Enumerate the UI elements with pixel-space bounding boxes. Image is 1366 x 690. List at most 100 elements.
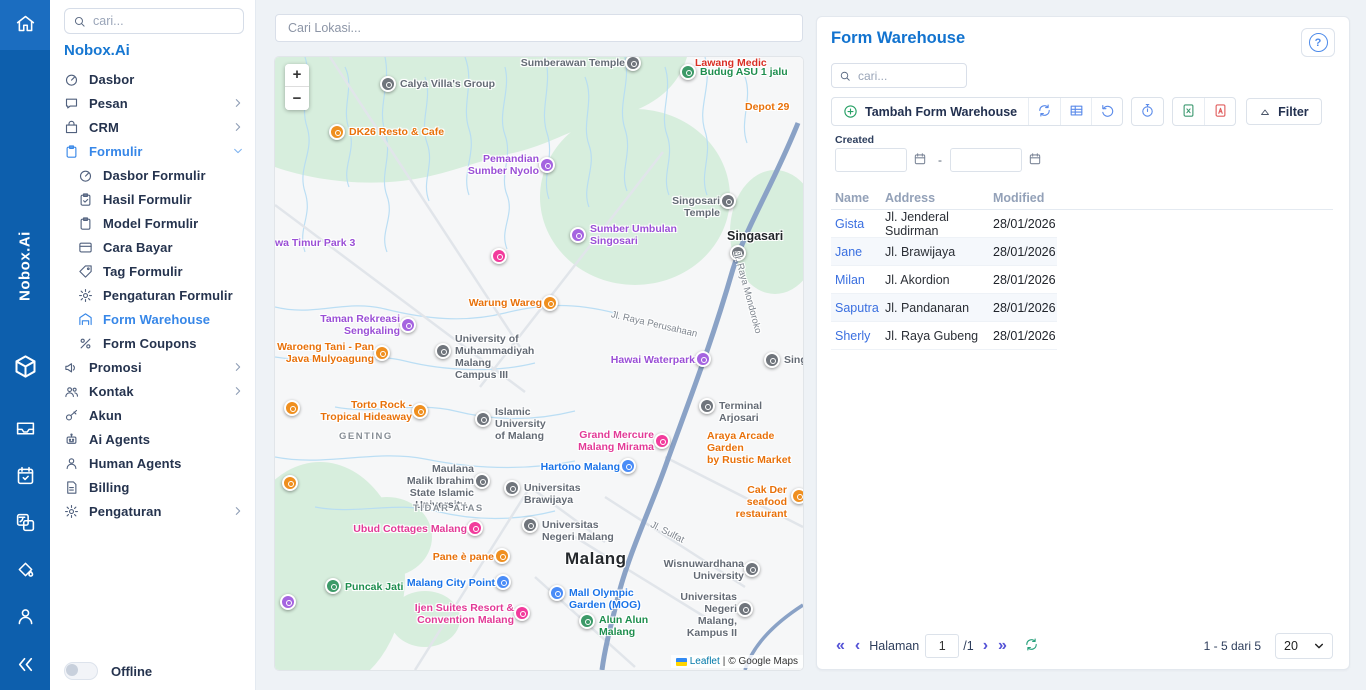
map-marker[interactable] (695, 351, 711, 367)
offline-toggle[interactable] (64, 662, 98, 680)
sidebar-item-dasbor[interactable]: Dasbor (50, 67, 255, 91)
date-to-calendar-button[interactable] (1025, 152, 1045, 169)
pager-refresh-button[interactable] (1024, 637, 1039, 655)
profile-button[interactable] (0, 598, 50, 638)
table-view-button[interactable] (1060, 98, 1091, 125)
warehouse-table-body: GistaJl. Jenderal Sudirman28/01/2026Jane… (831, 210, 1057, 350)
zoom-in-button[interactable]: + (285, 64, 309, 87)
map-marker[interactable] (764, 352, 780, 368)
map-marker[interactable] (400, 317, 416, 333)
calendar-button[interactable] (0, 457, 50, 497)
map-marker[interactable] (494, 548, 510, 564)
map-marker[interactable] (475, 411, 491, 427)
map-marker[interactable] (514, 605, 530, 621)
map-marker[interactable] (791, 488, 803, 504)
date-from-input[interactable] (835, 148, 907, 172)
sidebar-item-ai-agents[interactable]: Ai Agents (50, 427, 255, 451)
map-marker[interactable] (467, 520, 483, 536)
map-marker[interactable] (737, 601, 753, 617)
help-button[interactable]: ? (1301, 28, 1335, 57)
leaflet-link[interactable]: Leaflet (690, 656, 720, 667)
last-page-button[interactable]: » (993, 638, 1012, 654)
row-name-link[interactable]: Gista (835, 217, 885, 231)
map-marker[interactable] (744, 561, 760, 577)
sidebar-item-promosi[interactable]: Promosi (50, 355, 255, 379)
location-search-input[interactable] (286, 20, 792, 36)
sidebar-item-pesan[interactable]: Pesan (50, 91, 255, 115)
row-modified: 28/01/2026 (993, 273, 1053, 287)
add-form-warehouse-button[interactable]: Tambah Form Warehouse (832, 98, 1029, 125)
calendar-check-icon (15, 465, 36, 489)
sidebar-item-form-coupons[interactable]: Form Coupons (50, 331, 255, 355)
map-marker[interactable] (620, 458, 636, 474)
map-marker[interactable] (720, 193, 736, 209)
sidebar-item-billing[interactable]: Billing (50, 475, 255, 499)
map-marker[interactable] (570, 227, 586, 243)
map-marker[interactable] (412, 403, 428, 419)
first-page-button[interactable]: « (831, 638, 850, 654)
export-pdf-button[interactable] (1204, 98, 1235, 125)
inbox-button[interactable] (0, 410, 50, 450)
map-marker[interactable] (325, 578, 341, 594)
row-name-link[interactable]: Milan (835, 273, 885, 287)
sidebar-item-cara-bayar[interactable]: Cara Bayar (50, 235, 255, 259)
page-size-select[interactable]: 20 (1275, 633, 1333, 659)
sidebar-item-pengaturan[interactable]: Pengaturan (50, 499, 255, 523)
map-marker[interactable] (495, 574, 511, 590)
refresh-button[interactable] (1029, 98, 1060, 125)
map-marker[interactable] (280, 594, 296, 610)
map-marker[interactable] (522, 517, 538, 533)
date-from-calendar-button[interactable] (910, 152, 930, 169)
sidebar-search-input[interactable] (91, 13, 243, 29)
page-number-input[interactable] (925, 634, 959, 658)
sidebar-item-crm[interactable]: CRM (50, 115, 255, 139)
map-marker[interactable] (579, 613, 595, 629)
translate-button[interactable] (0, 504, 50, 544)
sidebar-item-hasil-formulir[interactable]: Hasil Formulir (50, 187, 255, 211)
theme-button[interactable] (0, 551, 50, 591)
export-excel-button[interactable] (1173, 98, 1204, 125)
sidebar-item-kontak[interactable]: Kontak (50, 379, 255, 403)
map-marker[interactable] (680, 64, 696, 80)
map-marker[interactable] (284, 400, 300, 416)
reset-button[interactable] (1091, 98, 1122, 125)
map-marker[interactable] (491, 248, 507, 264)
map-marker[interactable] (699, 398, 715, 414)
map-marker[interactable] (329, 124, 345, 140)
zoom-out-button[interactable]: − (285, 87, 309, 110)
sidebar-item-dasbor-formulir[interactable]: Dasbor Formulir (50, 163, 255, 187)
map-marker[interactable] (474, 473, 490, 489)
next-page-button[interactable]: › (978, 638, 993, 654)
map-marker[interactable] (654, 433, 670, 449)
sidebar-item-model-formulir[interactable]: Model Formulir (50, 211, 255, 235)
row-name-link[interactable]: Sherly (835, 329, 885, 343)
sidebar-item-pengaturan-formulir[interactable]: Pengaturan Formulir (50, 283, 255, 307)
map-marker[interactable] (549, 585, 565, 601)
map-marker[interactable] (435, 343, 451, 359)
map-marker[interactable] (282, 475, 298, 491)
collapse-sidebar-button[interactable] (0, 646, 50, 686)
filter-button[interactable]: Filter (1246, 98, 1322, 125)
date-to-input[interactable] (950, 148, 1022, 172)
map-marker[interactable] (504, 480, 520, 496)
row-name-link[interactable]: Saputra (835, 301, 885, 315)
nobox-logo-button[interactable] (0, 348, 50, 388)
map-marker[interactable] (380, 76, 396, 92)
row-name-link[interactable]: Jane (835, 245, 885, 259)
panel-search-input[interactable] (856, 68, 966, 84)
sidebar-item-tag-formulir[interactable]: Tag Formulir (50, 259, 255, 283)
prev-page-button[interactable]: ‹ (850, 638, 865, 654)
cube-logo-icon (12, 353, 39, 383)
sidebar-item-formulir[interactable]: Formulir (50, 139, 255, 163)
map-marker[interactable] (542, 295, 558, 311)
column-header-address: Address (885, 191, 935, 205)
sidebar-item-form-warehouse[interactable]: Form Warehouse (50, 307, 255, 331)
sidebar-item-akun[interactable]: Akun (50, 403, 255, 427)
map[interactable]: Lawang MedicSumberawan TempleBudug ASU 1… (275, 57, 803, 670)
map-marker[interactable] (625, 57, 641, 71)
map-marker[interactable] (374, 345, 390, 361)
history-button[interactable] (1132, 98, 1163, 125)
map-marker[interactable] (539, 157, 555, 173)
home-button[interactable] (0, 0, 50, 50)
sidebar-item-human-agents[interactable]: Human Agents (50, 451, 255, 475)
